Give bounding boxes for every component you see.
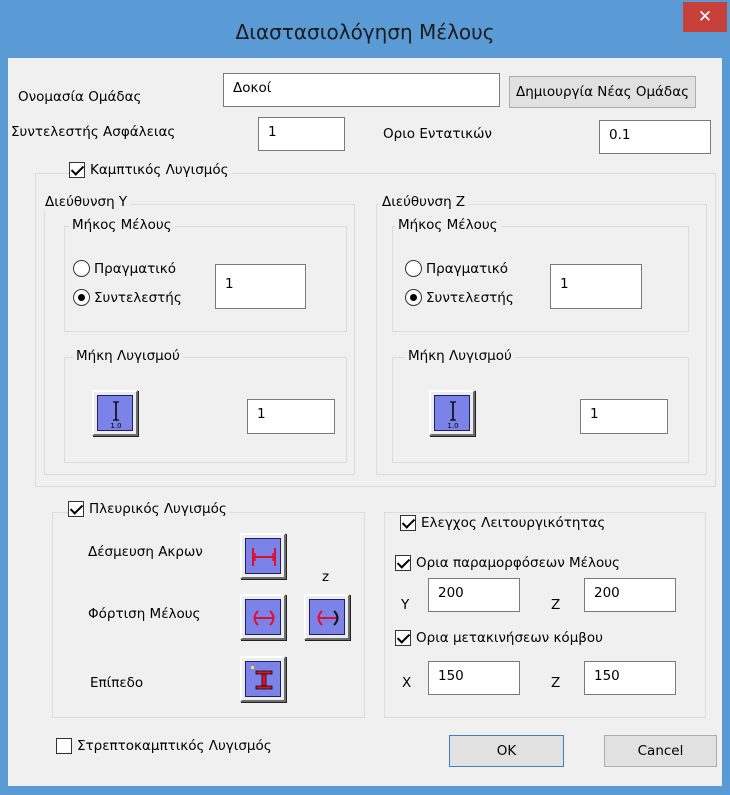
z-label: z <box>322 569 330 585</box>
radio-factor-z-label: Συντελεστής <box>426 289 514 306</box>
flexural-buckling-checkbox[interactable]: Καμπτικός Λυγισμός <box>69 162 232 178</box>
member-loading-label: Φόρτιση Μέλους <box>88 606 201 622</box>
deformation-limits-label: Ορια παραμορφόσεων Μέλους <box>416 555 620 571</box>
buckling-length-z-button[interactable]: 1.0 <box>429 390 475 436</box>
torsional-buckling-checkbox[interactable]: Στρεπτοκαμπτικός Λυγισμός <box>56 738 275 754</box>
i-section-level-icon <box>245 661 281 697</box>
member-loading-z-button[interactable] <box>304 594 350 640</box>
checkbox-checked-icon <box>69 162 85 178</box>
direction-y-title: Διεύθυνση Υ <box>42 194 131 210</box>
radio-actual-z[interactable]: Πραγματικό <box>405 260 508 277</box>
buckling-length-z-input[interactable]: 1 <box>580 399 668 434</box>
new-group-button[interactable]: Δημιουργία Νέας Ομάδας <box>509 76 696 108</box>
radio-selected-icon <box>73 289 90 306</box>
close-icon: ✕ <box>697 7 713 27</box>
serviceability-checkbox[interactable]: Ελεγχος Λειτουργικότητας <box>400 515 609 531</box>
checkbox-checked-icon <box>395 630 411 646</box>
deformation-y-input[interactable]: 200 <box>428 578 520 612</box>
serviceability-label: Ελεγχος Λειτουργικότητας <box>421 515 606 531</box>
lateral-buckling-checkbox[interactable]: Πλευρικός Λυγισμός <box>68 501 230 517</box>
dialog-body: Ονομασία Ομάδας Δοκοί Δημιουργία Νέας Ομ… <box>8 58 722 786</box>
length-factor-y-input[interactable]: 1 <box>215 264 306 309</box>
buckling-length-icon: 1.0 <box>434 395 470 431</box>
radio-actual-y[interactable]: Πραγματικό <box>73 260 176 277</box>
deformation-z-label: Z <box>551 597 561 613</box>
checkbox-checked-icon <box>400 515 416 531</box>
torsional-buckling-label: Στρεπτοκαμπτικός Λυγισμός <box>77 738 272 754</box>
level-button[interactable] <box>240 656 286 702</box>
icon-caption: 1.0 <box>110 422 121 430</box>
buckling-lengths-y-title: Μήκη Λυγισμού <box>73 348 183 364</box>
member-length-z-group <box>392 226 689 332</box>
dialog-window: Διαστασιολόγηση Μέλους ✕ Ονομασία Ομάδας… <box>0 0 730 795</box>
safety-factor-input[interactable]: 1 <box>258 117 345 151</box>
end-restraint-icon <box>245 538 281 574</box>
member-loading-icon <box>245 599 281 635</box>
length-factor-z-input[interactable]: 1 <box>550 264 642 309</box>
buckling-length-y-button[interactable]: 1.0 <box>92 390 138 436</box>
radio-factor-y-label: Συντελεστής <box>94 289 182 306</box>
end-restraint-button[interactable] <box>240 533 286 579</box>
group-name-label: Ονομασία Ομάδας <box>18 89 142 105</box>
radio-factor-z[interactable]: Συντελεστής <box>405 289 514 306</box>
ok-button[interactable]: OK <box>449 735 564 767</box>
close-button[interactable]: ✕ <box>683 2 727 32</box>
safety-factor-label: Συντελεστής Ασφάλειας <box>11 124 176 140</box>
group-name-input[interactable]: Δοκοί <box>223 73 500 107</box>
displacement-z-label: Z <box>551 675 561 691</box>
displacement-z-input[interactable]: 150 <box>584 661 676 695</box>
cancel-button[interactable]: Cancel <box>604 735 717 767</box>
stress-limit-label: Οριο Εντατικών <box>383 126 492 142</box>
radio-selected-icon <box>405 289 422 306</box>
title-bar[interactable]: Διαστασιολόγηση Μέλους ✕ <box>0 0 730 58</box>
displacement-x-label: X <box>402 675 412 691</box>
buckling-lengths-z-title: Μήκη Λυγισμού <box>405 348 515 364</box>
member-length-y-title: Μήκος Μέλους <box>69 217 175 233</box>
radio-unselected-icon <box>405 260 422 277</box>
deformation-z-input[interactable]: 200 <box>584 578 676 612</box>
deformation-limits-checkbox[interactable]: Ορια παραμορφόσεων Μέλους <box>395 555 623 571</box>
member-loading-button[interactable] <box>240 594 286 640</box>
radio-actual-y-label: Πραγματικό <box>94 260 177 277</box>
displacement-limits-checkbox[interactable]: Ορια μετακινήσεων κόμβου <box>395 630 606 646</box>
window-title: Διαστασιολόγηση Μέλους <box>235 20 495 44</box>
deformation-y-label: Y <box>401 597 410 613</box>
lateral-buckling-label: Πλευρικός Λυγισμός <box>89 501 227 517</box>
displacement-limits-label: Ορια μετακινήσεων κόμβου <box>416 630 603 646</box>
member-loading-z-icon <box>309 599 345 635</box>
radio-unselected-icon <box>73 260 90 277</box>
flexural-buckling-label: Καμπτικός Λυγισμός <box>90 162 229 178</box>
checkbox-checked-icon <box>395 555 411 571</box>
buckling-length-y-input[interactable]: 1 <box>247 399 335 434</box>
member-length-z-title: Μήκος Μέλους <box>395 217 501 233</box>
buckling-length-icon: 1.0 <box>97 395 133 431</box>
radio-actual-z-label: Πραγματικό <box>426 260 509 277</box>
stress-limit-input[interactable]: 0.1 <box>599 120 711 154</box>
end-restraint-label: Δέσμευση Ακρων <box>88 544 203 560</box>
level-label: Επίπεδο <box>90 675 144 691</box>
direction-z-title: Διεύθυνση Ζ <box>379 194 469 210</box>
icon-caption: 1.0 <box>447 422 458 430</box>
checkbox-unchecked-icon <box>56 738 72 754</box>
radio-factor-y[interactable]: Συντελεστής <box>73 289 182 306</box>
checkbox-checked-icon <box>68 501 84 517</box>
displacement-x-input[interactable]: 150 <box>428 661 520 695</box>
